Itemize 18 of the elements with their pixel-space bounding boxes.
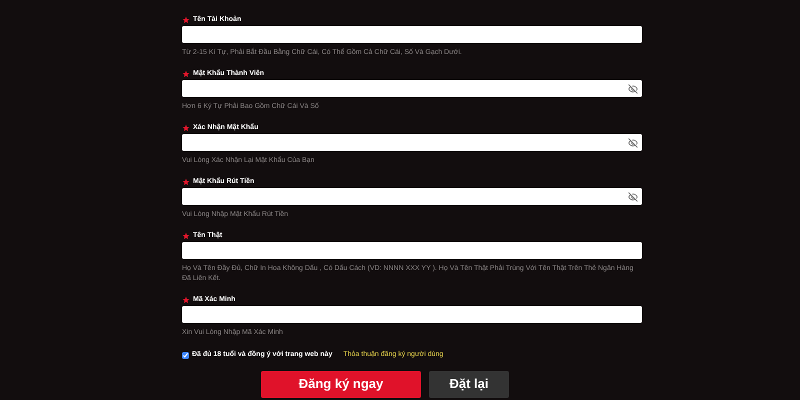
input-field[interactable] bbox=[182, 306, 642, 323]
eye-off-icon[interactable] bbox=[628, 84, 638, 94]
star-icon bbox=[182, 124, 190, 132]
input-field[interactable] bbox=[182, 134, 642, 151]
star-icon bbox=[182, 296, 190, 304]
eye-off-icon[interactable] bbox=[628, 192, 638, 202]
star-icon bbox=[182, 232, 190, 240]
reset-button[interactable]: Đặt lại bbox=[429, 370, 509, 398]
eye-off-icon[interactable] bbox=[628, 138, 638, 148]
input-field[interactable] bbox=[182, 26, 642, 43]
star-icon bbox=[182, 70, 190, 78]
input-field[interactable] bbox=[182, 80, 642, 97]
star-icon bbox=[182, 16, 190, 24]
star-icon bbox=[182, 178, 190, 186]
input-field[interactable] bbox=[182, 242, 642, 259]
register-button[interactable]: Đăng ký ngay bbox=[261, 370, 421, 398]
input-field[interactable] bbox=[182, 188, 642, 205]
agreement-checkbox[interactable] bbox=[182, 352, 189, 359]
